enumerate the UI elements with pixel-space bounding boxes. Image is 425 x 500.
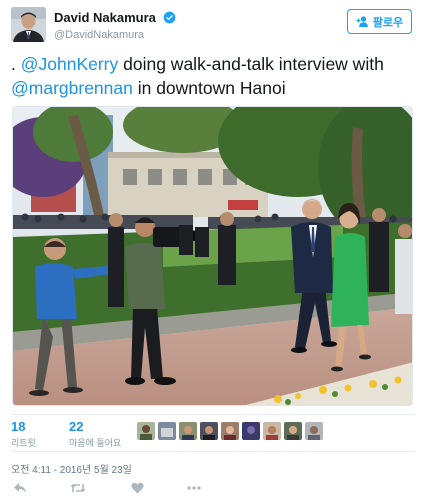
add-person-icon: [356, 16, 368, 27]
tweet-text: . @JohnKerry doing walk-and-talk intervi…: [11, 52, 416, 100]
avatar[interactable]: [284, 422, 302, 440]
avatar[interactable]: [242, 422, 260, 440]
retweet-stat[interactable]: 18 리트윗: [11, 419, 36, 449]
follow-button-label: 팔로우: [372, 16, 404, 29]
tweet-body: doing walk-and-talk interview with: [118, 54, 384, 74]
avatar[interactable]: [200, 422, 218, 440]
like-button[interactable]: [128, 480, 146, 496]
tweet-header: David Nakamura @DavidNakamura 팔로우: [11, 7, 415, 43]
reply-button[interactable]: [11, 480, 29, 496]
user-avatar[interactable]: [11, 7, 46, 42]
reply-icon: [14, 483, 26, 493]
avatar[interactable]: [137, 422, 155, 440]
like-label: 마음에 들어요: [69, 438, 122, 448]
avatar[interactable]: [158, 422, 176, 440]
like-stat[interactable]: 22 마음에 들어요: [69, 419, 121, 449]
tweet-suffix: in downtown Hanoi: [132, 78, 286, 98]
tweet-actions: [11, 480, 415, 496]
tweet-prefix: .: [11, 54, 21, 74]
heart-icon: [130, 482, 144, 494]
retweet-icon: [70, 484, 86, 492]
verified-badge-icon: [163, 11, 176, 24]
mention-link[interactable]: @JohnKerry: [21, 54, 119, 74]
display-name[interactable]: David Nakamura: [54, 10, 156, 25]
retweet-button[interactable]: [69, 480, 87, 496]
tweet-photo[interactable]: [12, 106, 413, 406]
avatar[interactable]: [179, 422, 197, 440]
retweet-label: 리트윗: [11, 438, 36, 448]
user-handle[interactable]: @DavidNakamura: [54, 29, 176, 41]
follow-button[interactable]: 팔로우: [347, 9, 412, 34]
tweet-timestamp[interactable]: 오전 4:11 - 2016년 5월 23일: [11, 461, 132, 476]
liker-avatars: [137, 422, 323, 440]
avatar[interactable]: [221, 422, 239, 440]
mention-link[interactable]: @margbrennan: [11, 78, 133, 98]
more-dots-icon: [187, 486, 201, 490]
like-count: 22: [69, 419, 84, 434]
avatar[interactable]: [305, 422, 323, 440]
avatar[interactable]: [263, 422, 281, 440]
engagement-stats: 18 리트윗 22 마음에 들어요: [11, 414, 415, 452]
more-button[interactable]: [185, 480, 203, 496]
retweet-count: 18: [11, 419, 26, 434]
